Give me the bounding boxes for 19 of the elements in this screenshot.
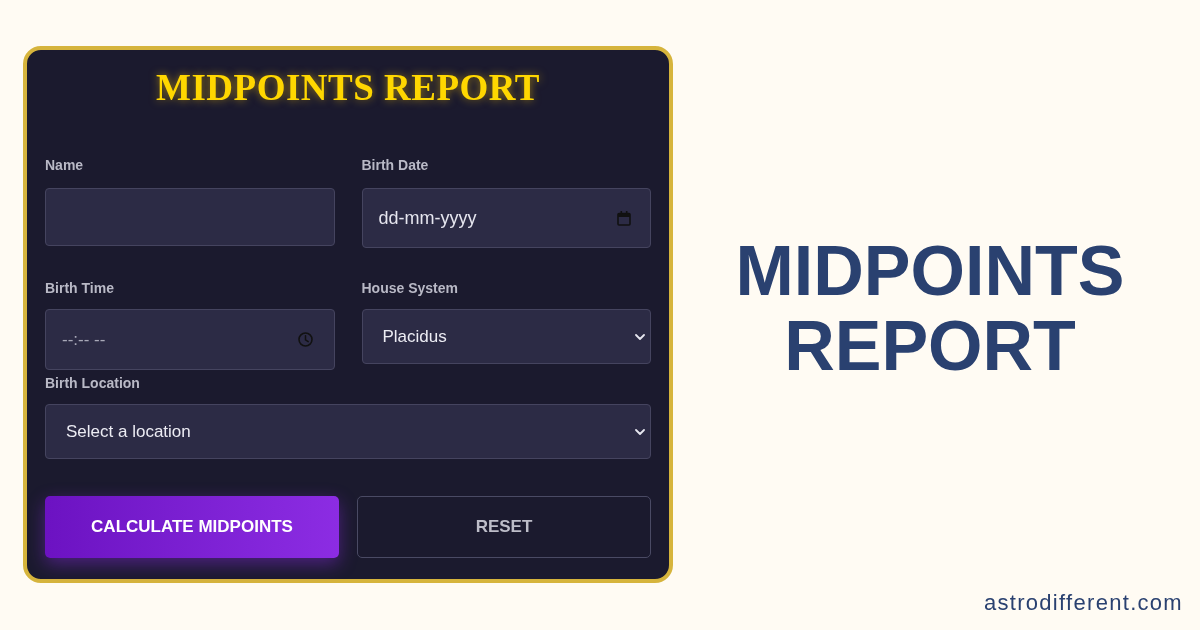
chevron-down-icon	[635, 428, 645, 435]
reset-button[interactable]: RESET	[357, 496, 651, 558]
field-label: Name	[45, 156, 84, 175]
website-url: astrodifferent.com	[983, 590, 1183, 616]
dropdown[interactable]: Placidus	[361, 309, 651, 364]
form-title: MIDPOINTS REPORT	[155, 66, 541, 110]
field-label: Birth Date	[361, 156, 429, 175]
page-heading: MIDPOINTS REPORT	[734, 234, 1126, 384]
input-field[interactable]	[45, 188, 335, 246]
calendar-icon	[617, 210, 631, 226]
time-field[interactable]: --:-- --	[45, 309, 335, 370]
date-field[interactable]: dd-mm-yyyy	[361, 188, 651, 248]
clock-icon	[297, 332, 313, 347]
field-label: House System	[361, 279, 458, 298]
dropdown[interactable]: Select a location	[45, 404, 651, 459]
calculate-button[interactable]: CALCULATE MIDPOINTS	[45, 496, 339, 558]
field-label: Birth Time	[45, 279, 114, 298]
field-label: Birth Location	[45, 374, 140, 393]
chevron-down-icon	[635, 333, 645, 340]
